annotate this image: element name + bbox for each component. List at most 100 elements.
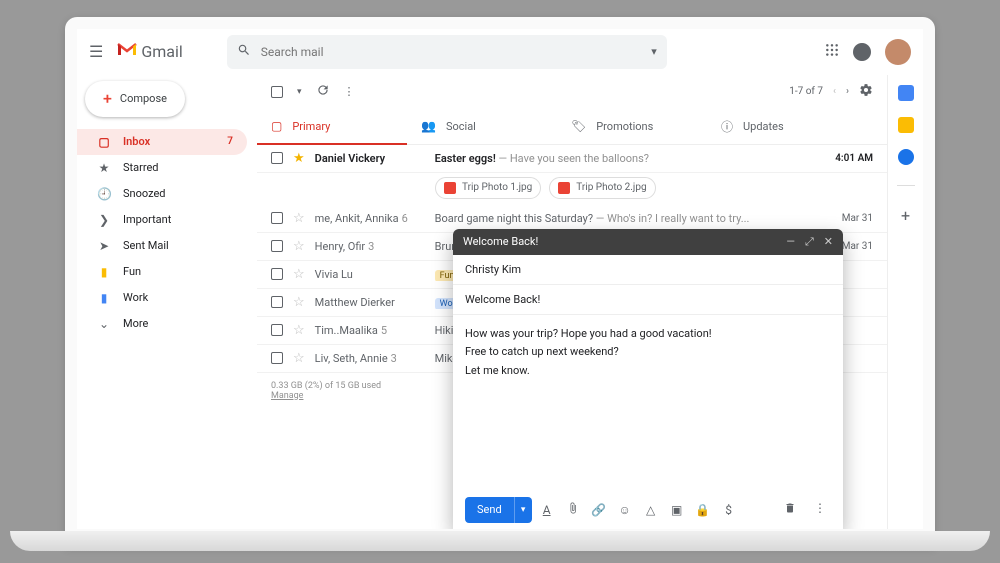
sidebar-item-more[interactable]: ⌄ More — [77, 311, 247, 337]
search-input[interactable] — [261, 45, 641, 59]
star-icon[interactable]: ☆ — [293, 351, 305, 366]
folder-count: 7 — [227, 136, 233, 147]
star-icon[interactable]: ☆ — [293, 323, 305, 338]
gmail-logo[interactable]: Gmail — [117, 41, 182, 62]
search-icon — [237, 43, 251, 60]
row-sender: Liv, Seth, Annie 3 — [315, 352, 425, 365]
category-tabs: ▢Primary👥Social 🏷 Promotions ⓘUpdates — [257, 109, 887, 145]
folder-icon: ★ — [97, 161, 111, 175]
row-sender: me, Ankit, Annika 6 — [315, 212, 425, 225]
calendar-icon[interactable] — [898, 85, 914, 101]
attach-icon[interactable] — [562, 501, 584, 518]
row-checkbox[interactable] — [271, 352, 283, 364]
attachment-chip[interactable]: Trip Photo 1.jpg — [435, 177, 541, 199]
folder-label: Starred — [123, 161, 159, 174]
folder-icon: ▢ — [97, 135, 111, 149]
compose-more-icon[interactable]: ⋮ — [809, 501, 831, 518]
compose-to-field[interactable]: Christy Kim — [453, 255, 843, 285]
drive-icon[interactable]: △ — [640, 503, 662, 517]
sidebar-item-work[interactable]: ▮Work — [77, 285, 247, 311]
star-icon[interactable]: ☆ — [293, 239, 305, 254]
keep-icon[interactable] — [898, 117, 914, 133]
compose-button[interactable]: + Compose — [85, 81, 185, 117]
row-checkbox[interactable] — [271, 296, 283, 308]
folder-label: More — [123, 317, 148, 330]
select-dropdown-icon[interactable]: ▾ — [297, 87, 302, 97]
top-bar: ☰ Gmail ▾ — [77, 29, 923, 75]
storage-manage-link[interactable]: Manage — [271, 391, 303, 401]
star-icon[interactable]: ☆ — [293, 211, 305, 226]
tab-promotions[interactable]: 🏷 Promotions — [557, 109, 707, 144]
main-panel: ▾ ⋮ 1-7 of 7 ‹ › ▢Primary👥Social 🏷 Promoti… — [257, 75, 887, 529]
folder-label: Important — [123, 213, 171, 226]
addons-icon[interactable]: + — [901, 206, 910, 225]
star-icon[interactable]: ☆ — [293, 295, 305, 310]
tasks-icon[interactable] — [898, 149, 914, 165]
select-all-checkbox[interactable] — [271, 86, 283, 98]
row-checkbox[interactable] — [271, 212, 283, 224]
sidebar-item-starred[interactable]: ★ Starred — [77, 155, 247, 181]
apps-icon[interactable] — [825, 43, 839, 61]
menu-icon[interactable]: ☰ — [89, 42, 103, 61]
sidebar-item-important[interactable]: ❯Important — [77, 207, 247, 233]
more-icon[interactable]: ⋮ — [344, 85, 355, 98]
side-rail: + — [887, 75, 923, 529]
search-dropdown-icon[interactable]: ▾ — [651, 45, 657, 58]
sidebar-item-snoozed[interactable]: 🕘Snoozed — [77, 181, 247, 207]
tab-social[interactable]: 👥Social — [407, 109, 557, 144]
photo-icon[interactable]: ▣ — [666, 503, 688, 517]
row-checkbox[interactable] — [271, 152, 283, 164]
row-sender: Tim..Maalika 5 — [315, 324, 425, 337]
tab-label: Updates — [743, 120, 784, 133]
tab-primary[interactable]: ▢Primary — [257, 109, 407, 144]
folder-icon: ⌄ — [97, 317, 111, 331]
app-name: Gmail — [141, 42, 182, 61]
notifications-icon[interactable] — [853, 43, 871, 61]
tab-label: Promotions — [596, 120, 653, 133]
sidebar: + Compose ▢Inbox7 ★ Starred 🕘Snoozed❯Import… — [77, 75, 257, 529]
row-checkbox[interactable] — [271, 240, 283, 252]
compose-title: Welcome Back! — [463, 235, 538, 248]
folder-icon: ➤ — [97, 239, 111, 253]
settings-icon[interactable] — [859, 83, 873, 100]
plus-icon: + — [103, 89, 112, 108]
pagination-text: 1-7 of 7 — [789, 86, 823, 97]
tab-updates[interactable]: ⓘUpdates — [707, 109, 857, 144]
star-icon[interactable]: ☆ — [293, 267, 305, 282]
search-bar[interactable]: ▾ — [227, 35, 667, 69]
format-icon[interactable]: A — [536, 503, 558, 517]
tab-icon: 🏷 — [571, 119, 586, 133]
sidebar-item-fun[interactable]: ▮Fun — [77, 259, 247, 285]
refresh-icon[interactable] — [316, 83, 330, 100]
row-sender: Daniel Vickery — [315, 152, 425, 165]
compose-footer: Send ▾ A 🔗 ☺ △ ▣ 🔒 $ ⋮ — [453, 491, 843, 529]
row-checkbox[interactable] — [271, 268, 283, 280]
discard-icon[interactable] — [779, 501, 801, 518]
folder-label: Fun — [123, 265, 141, 278]
send-options-icon[interactable]: ▾ — [514, 497, 532, 523]
minimize-icon[interactable]: — — [786, 235, 795, 249]
attachment-chip[interactable]: Trip Photo 2.jpg — [549, 177, 655, 199]
send-button[interactable]: Send — [465, 497, 514, 523]
sidebar-item-inbox[interactable]: ▢Inbox7 — [77, 129, 247, 155]
logo-m-icon — [117, 41, 137, 62]
confidential-icon[interactable]: 🔒 — [692, 503, 714, 517]
compose-body[interactable]: How was your trip? Hope you had a good v… — [453, 315, 843, 491]
close-icon[interactable]: ✕ — [824, 235, 833, 249]
sidebar-item-sent-mail[interactable]: ➤Sent Mail — [77, 233, 247, 259]
link-icon[interactable]: 🔗 — [588, 503, 610, 517]
emoji-icon[interactable]: ☺ — [614, 503, 636, 517]
star-icon[interactable]: ★ — [293, 151, 305, 166]
row-checkbox[interactable] — [271, 324, 283, 336]
prev-page-icon[interactable]: ‹ — [833, 86, 836, 97]
next-page-icon[interactable]: › — [846, 86, 849, 97]
row-time: Mar 31 — [842, 213, 873, 224]
image-icon — [444, 182, 456, 194]
compose-subject-field[interactable]: Welcome Back! — [453, 285, 843, 315]
expand-icon[interactable]: ⤢ — [805, 235, 814, 249]
tab-label: Primary — [292, 120, 330, 133]
money-icon[interactable]: $ — [718, 503, 740, 517]
account-avatar[interactable] — [885, 39, 911, 65]
email-row[interactable]: ★ Daniel Vickery Easter eggs! — Have you… — [257, 145, 887, 173]
compose-header[interactable]: Welcome Back! — ⤢ ✕ — [453, 229, 843, 255]
